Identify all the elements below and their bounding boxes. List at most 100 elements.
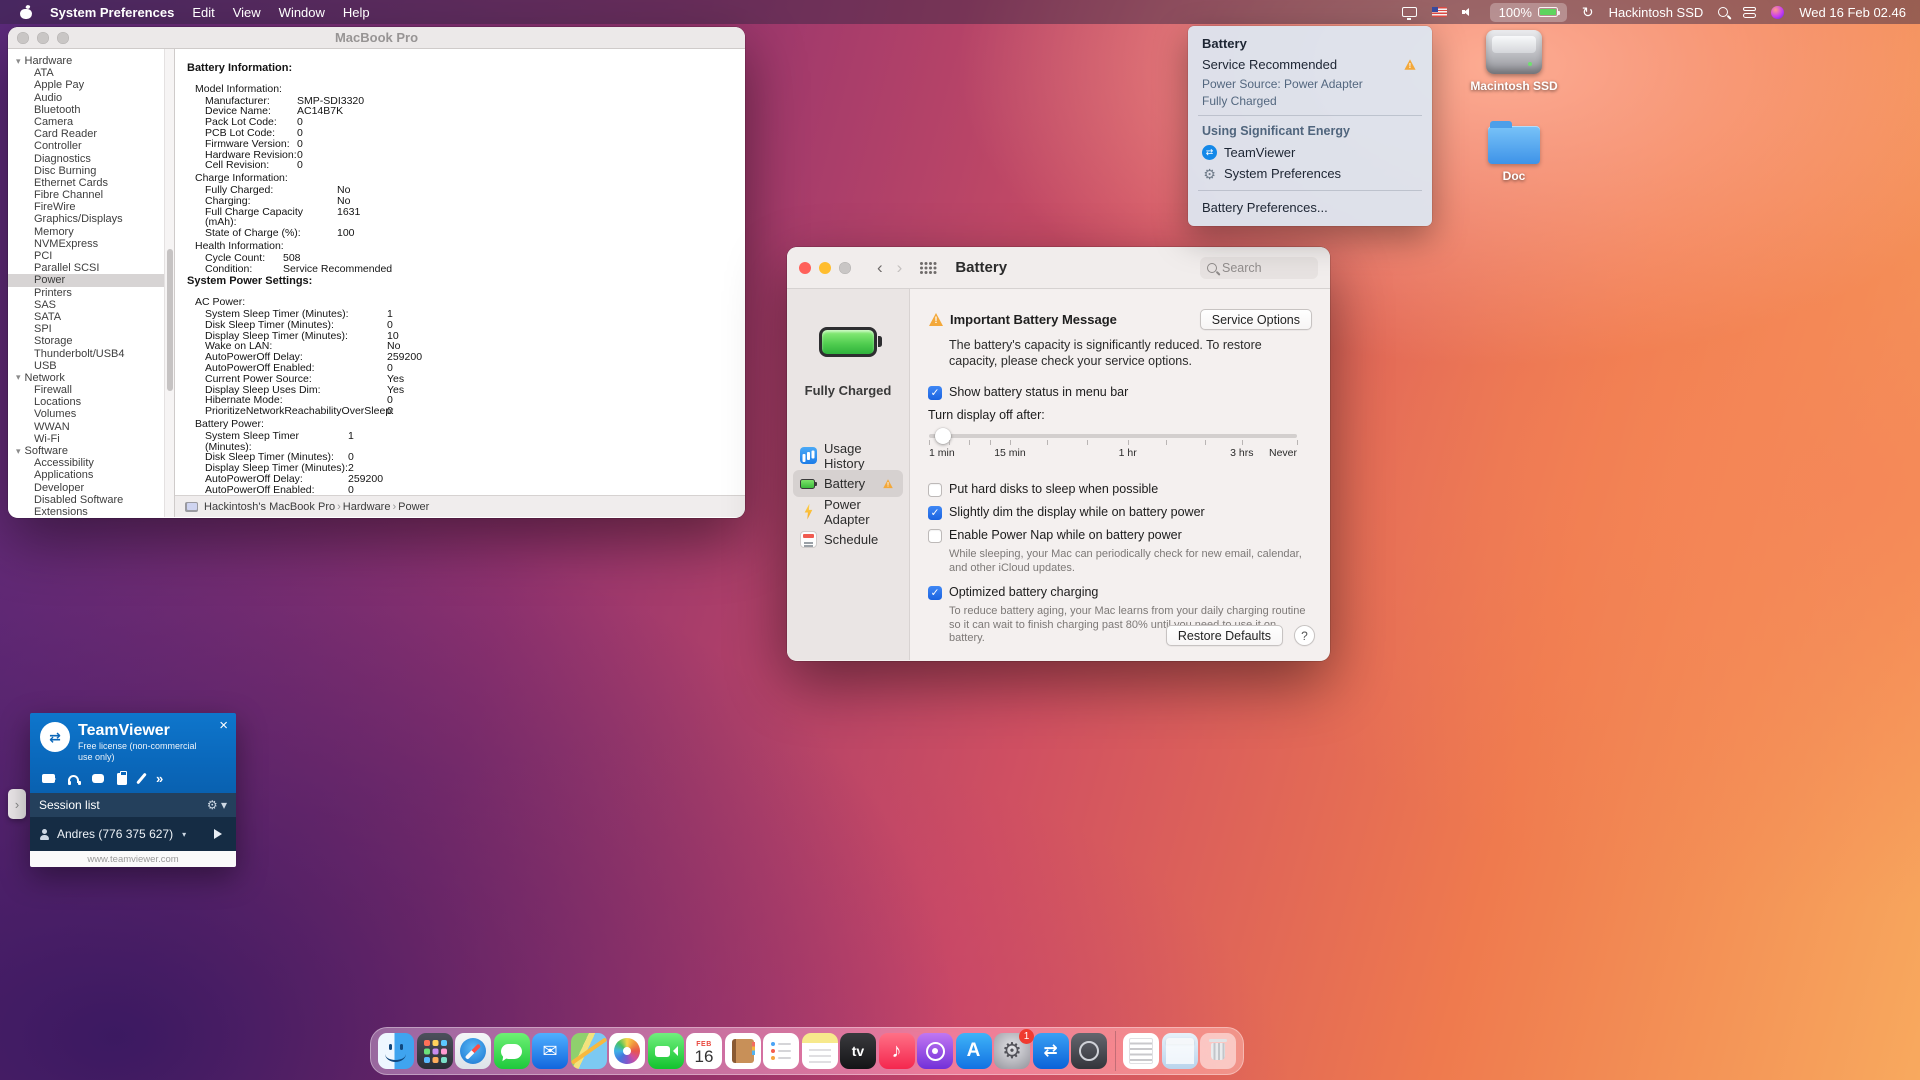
dock-trash-icon[interactable] — [1200, 1033, 1236, 1069]
control-center-icon[interactable] — [1743, 7, 1756, 18]
dock-teamviewer-icon[interactable] — [1033, 1033, 1069, 1069]
dock-app-store-icon[interactable] — [956, 1033, 992, 1069]
sidebar-item-locations[interactable]: Locations — [8, 396, 164, 408]
apple-menu-icon[interactable] — [20, 5, 32, 19]
sidebar-item-usb[interactable]: USB — [8, 360, 164, 372]
dock-facetime-icon[interactable] — [648, 1033, 684, 1069]
close-icon[interactable]: × — [219, 718, 228, 733]
dock-podcasts-icon[interactable] — [917, 1033, 953, 1069]
display-icon[interactable] — [1402, 7, 1417, 17]
gear-icon[interactable]: ⚙ ▾ — [207, 798, 227, 812]
sidebar-item-disc-burning[interactable]: Disc Burning — [8, 165, 164, 177]
menu-view[interactable]: View — [233, 5, 261, 20]
siri-icon[interactable] — [1771, 6, 1784, 19]
forward-button[interactable]: › — [897, 258, 903, 278]
back-button[interactable]: ‹ — [877, 258, 883, 278]
session-participant-row[interactable]: Andres (776 375 627) ▾ — [30, 817, 236, 851]
dock-calendar-icon[interactable]: FEB16 — [686, 1033, 722, 1069]
dock-photos-icon[interactable] — [609, 1033, 645, 1069]
disk-name-status[interactable]: Hackintosh SSD — [1609, 5, 1704, 20]
dock-safari-icon[interactable] — [455, 1033, 491, 1069]
search-input[interactable] — [1222, 261, 1302, 275]
sidebar-item-battery[interactable]: Battery — [793, 470, 903, 497]
dock-messages-icon[interactable] — [494, 1033, 530, 1069]
sidebar-item-thunderbolt-usb4[interactable]: Thunderbolt/USB4 — [8, 348, 164, 360]
sidebar-item-audio[interactable]: Audio — [8, 92, 164, 104]
sidebar-item-power-adapter[interactable]: Power Adapter — [793, 498, 903, 525]
sidebar-item-apple-pay[interactable]: Apple Pay — [8, 79, 164, 91]
energy-app-system-preferences[interactable]: ⚙ System Preferences — [1188, 163, 1432, 184]
checkbox[interactable] — [928, 483, 942, 497]
scrollbar-thumb[interactable] — [167, 249, 174, 391]
checkbox[interactable] — [928, 529, 942, 543]
close-button[interactable] — [799, 262, 811, 274]
sidebar-item-firewall[interactable]: Firewall — [8, 384, 164, 396]
menu-window[interactable]: Window — [279, 5, 325, 20]
sidebar-item-sas[interactable]: SAS — [8, 299, 164, 311]
minimize-button[interactable] — [819, 262, 831, 274]
dock-mail-icon[interactable] — [532, 1033, 568, 1069]
window-titlebar[interactable]: MacBook Pro — [8, 27, 745, 49]
dock-notes-icon[interactable] — [802, 1033, 838, 1069]
sidebar-item-printers[interactable]: Printers — [8, 287, 164, 299]
sidebar-scrollbar[interactable] — [164, 49, 174, 517]
sidebar-item-diagnostics[interactable]: Diagnostics — [8, 153, 164, 165]
video-icon[interactable] — [42, 774, 55, 783]
help-button[interactable]: ? — [1294, 625, 1315, 646]
sidebar-section-software[interactable]: ▾Software — [8, 445, 164, 457]
battery-service-status[interactable]: Service Recommended — [1188, 54, 1432, 75]
menu-bar-clock[interactable]: Wed 16 Feb 02.46 — [1799, 5, 1906, 20]
sidebar-item-schedule[interactable]: Schedule — [793, 526, 903, 553]
dock-minimized-window-icon[interactable] — [1162, 1033, 1198, 1069]
slider-track[interactable] — [929, 434, 1297, 438]
checkbox[interactable]: ✓ — [928, 506, 942, 520]
whiteboard-icon[interactable] — [136, 773, 147, 785]
sync-icon[interactable]: ↻ — [1582, 5, 1594, 19]
file-transfer-icon[interactable] — [117, 773, 127, 785]
sidebar-item-wi-fi[interactable]: Wi-Fi — [8, 433, 164, 445]
session-list-row[interactable]: Session list ⚙ ▾ — [30, 793, 236, 817]
sidebar-item-fibre-channel[interactable]: Fibre Channel — [8, 189, 164, 201]
sidebar-item-spi[interactable]: SPI — [8, 323, 164, 335]
dock-music-icon[interactable] — [879, 1033, 915, 1069]
show-all-grid-icon[interactable] — [920, 262, 923, 265]
sidebar-item-disabled-software[interactable]: Disabled Software — [8, 494, 164, 506]
sidebar-item-controller[interactable]: Controller — [8, 140, 164, 152]
sidebar-item-power[interactable]: Power — [8, 274, 164, 286]
dock-maps-icon[interactable] — [571, 1033, 607, 1069]
sidebar-item-volumes[interactable]: Volumes — [8, 408, 164, 420]
energy-app-teamviewer[interactable]: ⇄ TeamViewer — [1188, 142, 1432, 163]
headset-icon[interactable] — [68, 775, 79, 783]
dock-finder-icon[interactable] — [378, 1033, 414, 1069]
sidebar-item-accessibility[interactable]: Accessibility — [8, 457, 164, 469]
search-icon[interactable] — [1718, 7, 1728, 17]
teamviewer-panel-toggle[interactable]: › — [8, 789, 26, 819]
connect-arrow-icon[interactable] — [214, 829, 227, 839]
sidebar-item-ethernet-cards[interactable]: Ethernet Cards — [8, 177, 164, 189]
sidebar-section-network[interactable]: ▾Network — [8, 372, 164, 384]
restore-defaults-button[interactable]: Restore Defaults — [1166, 625, 1283, 646]
more-icon[interactable]: » — [156, 772, 163, 785]
app-menu-title[interactable]: System Preferences — [50, 5, 174, 20]
sidebar-item-ata[interactable]: ATA — [8, 67, 164, 79]
sidebar-item-usage-history[interactable]: Usage History — [793, 442, 903, 469]
desktop-icon-macintosh-ssd[interactable]: Macintosh SSD — [1468, 30, 1560, 93]
menu-edit[interactable]: Edit — [192, 5, 214, 20]
zoom-button[interactable] — [839, 262, 851, 274]
battery-preferences-menu-item[interactable]: Battery Preferences... — [1188, 197, 1432, 218]
input-source-flag-icon[interactable] — [1432, 7, 1447, 17]
dock-tv-icon[interactable] — [840, 1033, 876, 1069]
menu-help[interactable]: Help — [343, 5, 370, 20]
sidebar-item-memory[interactable]: Memory — [8, 226, 164, 238]
sidebar-item-nvmexpress[interactable]: NVMExpress — [8, 238, 164, 250]
dock-reminders-icon[interactable] — [763, 1033, 799, 1069]
sidebar-item-developer[interactable]: Developer — [8, 482, 164, 494]
sidebar-item-storage[interactable]: Storage — [8, 335, 164, 347]
sidebar-item-graphics-displays[interactable]: Graphics/Displays — [8, 213, 164, 225]
service-options-button[interactable]: Service Options — [1200, 309, 1312, 330]
desktop-icon-doc[interactable]: Doc — [1483, 120, 1545, 183]
checkbox[interactable]: ✓ — [928, 386, 942, 400]
sidebar-item-extensions[interactable]: Extensions — [8, 506, 164, 517]
dock-textedit-icon[interactable] — [1123, 1033, 1159, 1069]
sidebar-item-wwan[interactable]: WWAN — [8, 421, 164, 433]
